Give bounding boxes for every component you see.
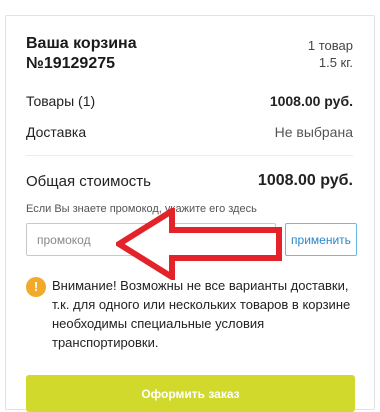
delivery-value: Не выбрана	[274, 124, 353, 140]
order-weight: 1.5 кг.	[318, 55, 353, 70]
red-arrow-annotation	[116, 208, 282, 280]
order-meta: 1 товар 1.5 кг.	[308, 34, 353, 74]
order-title-line: Ваша корзина	[26, 35, 137, 52]
item-count: 1 товар	[307, 38, 353, 53]
goods-value: 1008.00 руб.	[269, 93, 353, 109]
shipping-notice: ! Внимание! Возможны не все варианты дос…	[26, 276, 353, 352]
goods-label: Товары (1)	[26, 93, 96, 109]
checkout-button[interactable]: Оформить заказ	[26, 375, 355, 412]
delivery-label: Доставка	[26, 124, 87, 140]
order-title: Ваша корзина №19129275	[26, 34, 137, 74]
goods-row: Товары (1) 1008.00 руб.	[26, 93, 353, 109]
delivery-row: Доставка Не выбрана	[26, 124, 353, 140]
total-row: Общая стоимость 1008.00 руб.	[26, 172, 353, 190]
order-number: №19129275	[26, 55, 116, 72]
total-label: Общая стоимость	[26, 172, 151, 190]
notice-text: Внимание! Возможны не все варианты доста…	[52, 278, 351, 350]
exclamation-icon: !	[26, 277, 46, 297]
cart-summary-card: Ваша корзина №19129275 1 товар 1.5 кг. Т…	[5, 15, 375, 412]
apply-promo-button[interactable]: применить	[285, 223, 357, 256]
order-header: Ваша корзина №19129275 1 товар 1.5 кг.	[26, 34, 353, 74]
summary-divider	[26, 155, 353, 156]
total-value: 1008.00 руб.	[257, 172, 353, 189]
